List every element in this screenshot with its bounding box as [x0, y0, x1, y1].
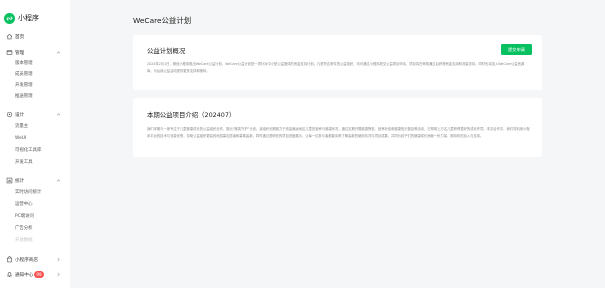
page-title: WeCare公益计划	[133, 16, 192, 25]
chart-icon	[6, 177, 13, 184]
miniprogram-logo-icon	[4, 12, 15, 24]
sidebar: 小程序 首页 管理 版本管理 成员管理 开发管理 推送管理 设计 流量主 WeU…	[0, 0, 70, 288]
sidebar-item-label: 首页	[15, 34, 25, 40]
brand[interactable]: 小程序	[4, 11, 39, 25]
sidebar-item-visual-tools[interactable]: 可视化工具库	[15, 147, 41, 155]
project-title: 本期公益项目介绍（202407）	[147, 111, 236, 119]
sidebar-item-dev[interactable]: 开发管理	[15, 82, 33, 90]
sidebar-group-stats[interactable]: 统计	[0, 176, 70, 185]
sidebar-item-ads[interactable]: 广告分析	[15, 225, 33, 233]
chevron-right-icon	[57, 257, 60, 262]
notification-count-badge: 99	[34, 271, 44, 278]
sidebar-group-design[interactable]: 设计	[0, 110, 70, 119]
sidebar-item-pc[interactable]: PC端访问	[15, 213, 34, 221]
sidebar-item-version[interactable]: 版本管理	[15, 60, 33, 68]
chevron-right-icon	[57, 272, 60, 277]
sidebar-item-label: 小程序商店	[15, 257, 38, 263]
sidebar-item-label: 通知中心	[15, 272, 34, 278]
sidebar-item-notifications[interactable]: 通知中心 99	[0, 270, 70, 279]
sidebar-item-push[interactable]: 推送管理	[15, 93, 33, 101]
overview-body: 2024年2月1日，微信小程序推出WeCare公益计划，WeCare公益计划是一…	[147, 62, 525, 73]
sidebar-item-members[interactable]: 成员管理	[15, 71, 33, 79]
brand-name: 小程序	[18, 14, 39, 22]
sidebar-item-ops[interactable]: 运营中心	[15, 201, 33, 209]
folder-icon	[6, 50, 13, 55]
sidebar-item-home[interactable]: 首页	[0, 32, 70, 41]
chevron-up-icon	[56, 113, 61, 116]
home-icon	[6, 33, 13, 40]
sidebar-item-traffic[interactable]: 流量主	[15, 123, 28, 131]
sidebar-item-mini-store[interactable]: 小程序商店	[0, 255, 70, 264]
design-icon	[6, 111, 13, 118]
sidebar-item-realtime[interactable]: 实时访问统计	[15, 189, 41, 197]
sidebar-item-weui[interactable]: WeUI	[15, 135, 26, 143]
sidebar-item-open-data[interactable]: 开放数据	[15, 237, 33, 245]
store-icon	[6, 256, 13, 263]
project-body: 我们本期与一家专注于儿童健康成长的公益组织合作，推出“微笑守护”计划。该组织长期…	[147, 127, 530, 138]
sidebar-group-label: 统计	[15, 178, 25, 184]
chevron-up-icon	[56, 51, 61, 54]
bell-icon	[7, 272, 12, 277]
overview-title: 公益计划概况	[147, 47, 186, 55]
chevron-up-icon	[56, 179, 61, 182]
sidebar-group-management[interactable]: 管理	[0, 48, 70, 57]
sidebar-item-dev-tools[interactable]: 开发工具	[15, 159, 33, 167]
project-card: 本期公益项目介绍（202407） 我们本期与一家专注于儿童健康成长的公益组织合作…	[133, 98, 542, 157]
overview-card: 公益计划概况 提交申请 2024年2月1日，微信小程序推出WeCare公益计划，…	[133, 35, 542, 90]
sidebar-group-label: 设计	[15, 112, 25, 118]
sidebar-group-label: 管理	[15, 50, 25, 56]
submit-application-button[interactable]: 提交申请	[501, 44, 532, 55]
